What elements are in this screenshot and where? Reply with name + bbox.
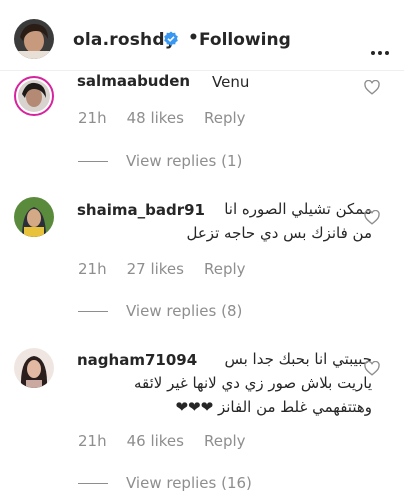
comment-text-line: ياريت بلاش صور زي دي لانها غير لائقه: [133, 374, 372, 392]
reply-button[interactable]: Reply: [204, 109, 246, 127]
comment-likes[interactable]: 46 likes: [127, 432, 184, 450]
following-button[interactable]: Following: [199, 30, 291, 50]
view-replies[interactable]: View replies (16): [78, 474, 252, 492]
comment-text-line: حبيبتي انا بحبك جدا بس: [224, 350, 372, 368]
view-replies-label[interactable]: View replies (8): [126, 302, 242, 320]
comment-text-line: من فانزك بس دي حاجه تزعل: [186, 224, 373, 242]
comment-username[interactable]: salmaabuden: [77, 72, 190, 90]
comment-likes[interactable]: 27 likes: [127, 260, 184, 278]
comment-meta: 21h 46 likes Reply: [78, 432, 266, 450]
commenter-avatar[interactable]: [14, 348, 54, 388]
like-heart-icon[interactable]: [364, 79, 380, 99]
comment-text: حبيبتي انا بحبك جدا بس: [70, 348, 372, 370]
reply-button[interactable]: Reply: [204, 432, 246, 450]
comment-meta: 21h 27 likes Reply: [78, 260, 266, 278]
comment-text-line: ممكن تشيلي الصوره انا: [224, 200, 372, 218]
comment-text: من فانزك بس دي حاجه تزعل: [70, 222, 373, 244]
view-replies-label[interactable]: View replies (16): [126, 474, 252, 492]
comment-meta: 21h 48 likes Reply: [78, 109, 266, 127]
owner-avatar[interactable]: [14, 19, 54, 59]
verified-badge-icon: [163, 31, 179, 51]
view-replies[interactable]: View replies (8): [78, 302, 242, 320]
comment-likes[interactable]: 48 likes: [127, 109, 184, 127]
commenter-avatar[interactable]: [14, 76, 54, 116]
comment-text-line: وهتتفهمي غلط من الفانز ❤❤❤: [175, 398, 372, 416]
more-options-icon[interactable]: [371, 40, 392, 59]
comment-text: ياريت بلاش صور زي دي لانها غير لائقه: [70, 372, 372, 394]
like-heart-icon[interactable]: [364, 360, 380, 380]
commenter-avatar[interactable]: [14, 197, 54, 237]
comment-time: 21h: [78, 109, 107, 127]
comment-time: 21h: [78, 260, 107, 278]
like-heart-icon[interactable]: [364, 209, 380, 229]
post-header: ola.roshdy • Following: [0, 0, 404, 71]
comment-time: 21h: [78, 432, 107, 450]
comment-text: ممكن تشيلي الصوره انا: [70, 198, 372, 220]
comment-text: Venu: [212, 73, 250, 91]
owner-username[interactable]: ola.roshdy: [73, 30, 176, 50]
reply-button[interactable]: Reply: [204, 260, 246, 278]
view-replies-label[interactable]: View replies (1): [126, 152, 242, 170]
separator-dot: •: [188, 28, 199, 48]
comment-text: وهتتفهمي غلط من الفانز ❤❤❤: [70, 396, 372, 418]
view-replies[interactable]: View replies (1): [78, 152, 242, 170]
